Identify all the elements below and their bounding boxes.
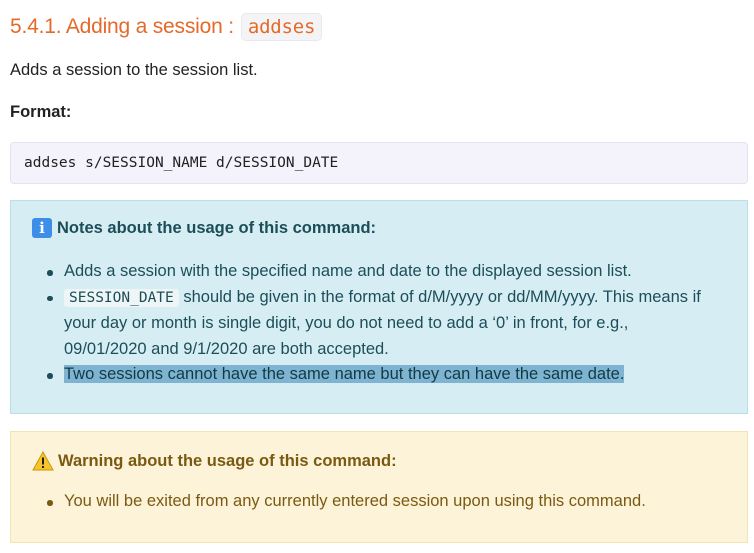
section-heading: 5.4.1. Adding a session : addses	[10, 12, 323, 42]
info-icon: i	[32, 218, 52, 238]
command-code: addses	[240, 13, 323, 41]
list-item: Two sessions cannot have the same name b…	[11, 362, 747, 388]
notes-title-text: Notes about the usage of this command:	[57, 218, 377, 237]
session-date-code: SESSION_DATE	[64, 288, 179, 307]
list-item: SESSION_DATE should be given in the form…	[11, 285, 747, 363]
warning-title-text: Warning about the usage of this command:	[58, 451, 397, 470]
warning-item-1-text: You will be exited from any currently en…	[64, 492, 646, 510]
warning-box: Warning about the usage of this command:…	[10, 431, 748, 543]
selected-text[interactable]: Two sessions cannot have the same name b…	[64, 365, 625, 383]
warning-list: You will be exited from any currently en…	[11, 489, 747, 515]
warning-title: Warning about the usage of this command:	[32, 451, 397, 471]
notes-box: i Notes about the usage of this command:…	[10, 200, 748, 414]
notes-list: Adds a session with the specified name a…	[11, 259, 747, 388]
intro-text: Adds a session to the session list.	[10, 61, 258, 79]
list-item: Adds a session with the specified name a…	[11, 259, 747, 285]
warning-icon	[32, 451, 54, 471]
note-item-1-text: Adds a session with the specified name a…	[64, 262, 632, 280]
list-item: You will be exited from any currently en…	[11, 489, 747, 515]
notes-title: i Notes about the usage of this command:	[32, 218, 376, 238]
format-code-block: addses s/SESSION_NAME d/SESSION_DATE	[10, 142, 748, 184]
format-label: Format:	[10, 103, 72, 121]
section-heading-text: 5.4.1. Adding a session :	[10, 15, 234, 38]
